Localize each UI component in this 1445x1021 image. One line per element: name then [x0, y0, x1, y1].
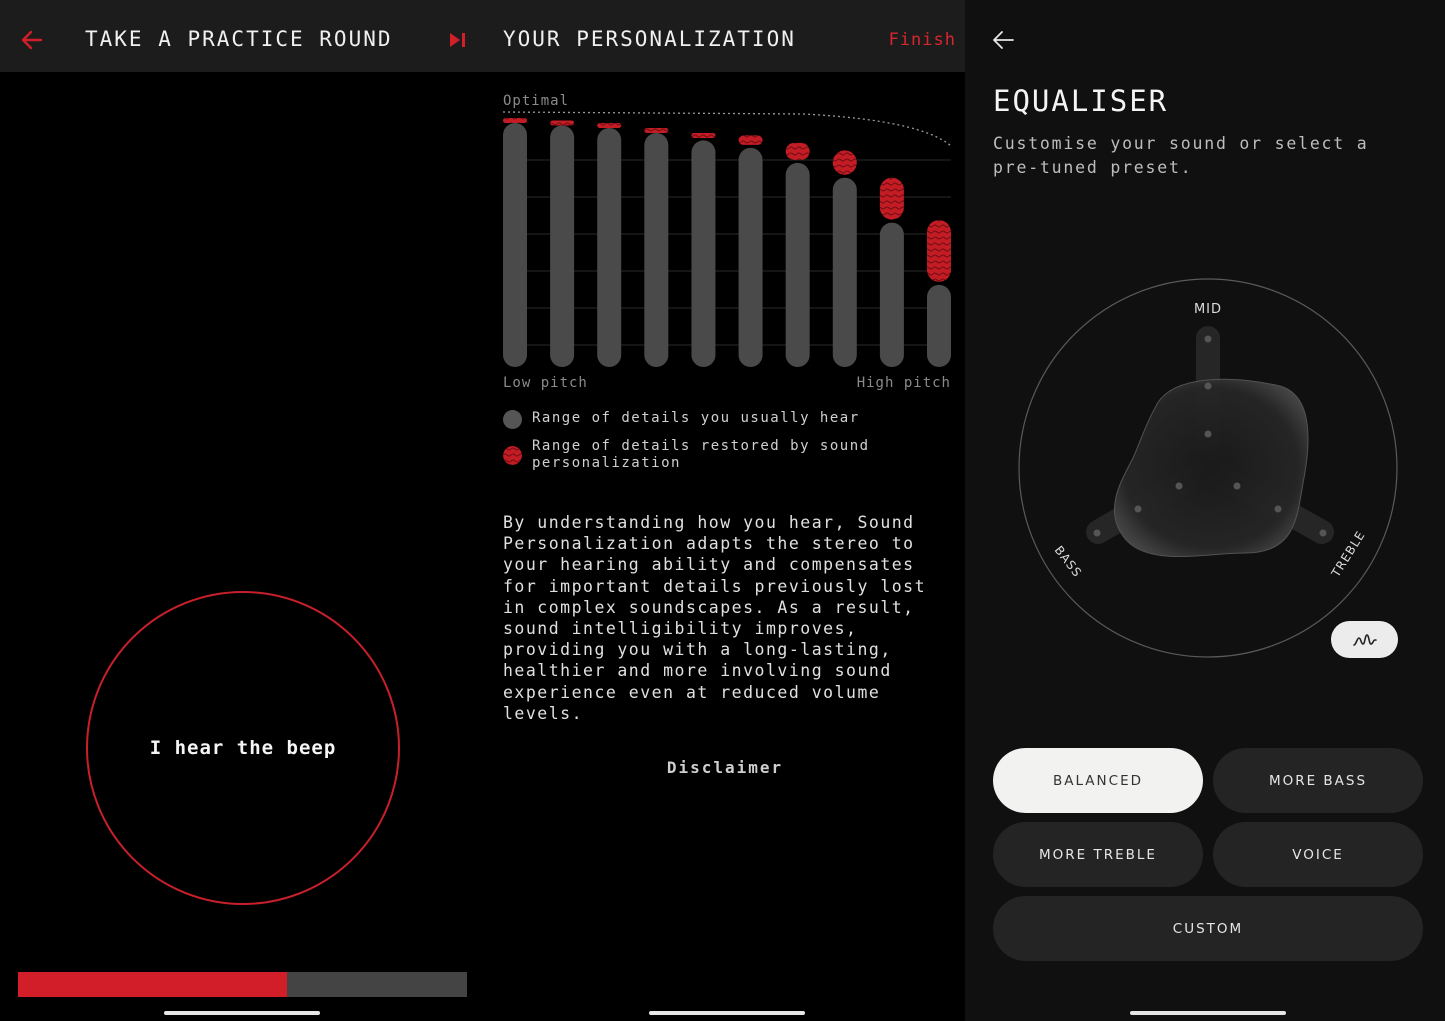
legend-restored: Range of details restored by sound perso…: [503, 438, 892, 472]
page-title: YOUR PERSONALIZATION: [503, 27, 796, 51]
preset-more-bass-button[interactable]: MORE BASS: [1213, 748, 1423, 813]
hear-beep-label: I hear the beep: [149, 737, 337, 759]
preset-custom-button[interactable]: CUSTOM: [993, 896, 1423, 961]
hear-beep-button[interactable]: I hear the beep: [86, 591, 400, 905]
page-subtitle: Customise your sound or select a pre-tun…: [993, 134, 1369, 177]
usual-range-bar: [691, 140, 716, 367]
waveform-button[interactable]: [1331, 621, 1398, 658]
eq-axis-treble: TREBLE: [1328, 528, 1368, 580]
restored-range-bar: [644, 127, 669, 133]
usual-range-bar: [550, 125, 575, 367]
home-indicator[interactable]: [164, 1011, 320, 1015]
x-label-high: High pitch: [857, 375, 951, 391]
home-indicator[interactable]: [1130, 1011, 1286, 1015]
preset-more-treble-button[interactable]: MORE TREBLE: [993, 822, 1203, 887]
restored-range-bar: [879, 177, 904, 220]
usual-range-bar: [738, 147, 763, 367]
back-arrow-icon[interactable]: [989, 26, 1017, 54]
eq-control[interactable]: MID BASS TREBLE: [1005, 268, 1405, 668]
optimal-label: Optimal: [503, 93, 569, 109]
personalization-screen: YOUR PERSONALIZATION Finish Optimal Low …: [485, 0, 965, 1021]
back-arrow-icon[interactable]: [18, 26, 46, 54]
restored-range-bar: [691, 132, 716, 138]
personalization-header: YOUR PERSONALIZATION Finish: [485, 0, 965, 72]
eq-axis-bass: BASS: [1052, 543, 1085, 580]
skip-icon[interactable]: [447, 30, 469, 50]
page-title: TAKE A PRACTICE ROUND: [85, 27, 393, 51]
x-label-low: Low pitch: [503, 375, 588, 391]
restored-range-bar: [738, 135, 763, 145]
hearing-chart: Optimal Low pitch High pitch: [502, 93, 952, 391]
page-title: EQUALISER: [993, 84, 1169, 118]
usual-range-bar: [644, 132, 669, 367]
restored-range-bar: [832, 150, 857, 175]
description-text: By understanding how you hear, Sound Per…: [503, 513, 927, 723]
practice-header: TAKE A PRACTICE ROUND: [0, 0, 485, 72]
restored-range-bar: [927, 220, 951, 282]
home-indicator[interactable]: [649, 1011, 805, 1015]
equaliser-screen: EQUALISER Customise your sound or select…: [965, 0, 1445, 1021]
usual-range-bar: [503, 122, 527, 367]
usual-range-bar: [832, 177, 857, 367]
practice-round-screen: TAKE A PRACTICE ROUND I hear the beep: [0, 0, 485, 1021]
eq-shape[interactable]: [1113, 378, 1309, 557]
legend-restored-swatch: [503, 446, 522, 465]
legend-usual-swatch: [503, 410, 522, 429]
preset-balanced-button[interactable]: BALANCED: [993, 748, 1203, 813]
restored-range-bar: [550, 120, 575, 126]
waveform-icon: [1352, 633, 1377, 646]
disclaimer-link[interactable]: Disclaimer: [485, 758, 965, 777]
usual-range-bar: [785, 162, 810, 367]
eq-axis-mid: MID: [1194, 302, 1222, 317]
chart-bars: [503, 118, 951, 368]
legend-usual: Range of details you usually hear: [503, 410, 892, 429]
finish-button[interactable]: Finish: [889, 30, 956, 50]
progress-bar: [18, 972, 467, 997]
restored-range-bar: [503, 118, 527, 123]
progress-fill: [18, 972, 288, 997]
legend-restored-label: Range of details restored by sound perso…: [532, 438, 870, 471]
usual-range-bar: [597, 127, 622, 368]
usual-range-bar: [927, 284, 951, 367]
preset-voice-button[interactable]: VOICE: [1213, 822, 1423, 887]
restored-range-bar: [785, 142, 810, 160]
usual-range-bar: [879, 222, 904, 367]
restored-range-bar: [597, 122, 622, 128]
legend-usual-label: Range of details you usually hear: [532, 410, 860, 426]
